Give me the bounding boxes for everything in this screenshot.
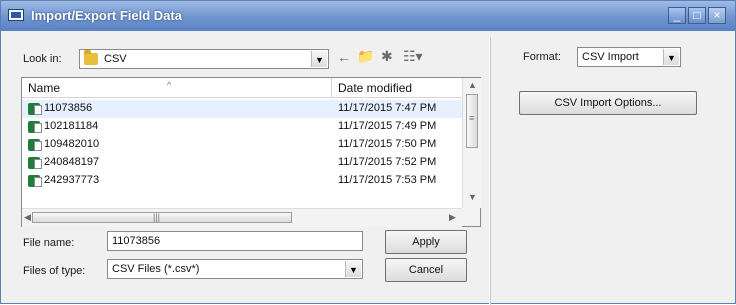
name-column-header[interactable]: Name ^	[22, 78, 332, 98]
format-pane: Format: CSV Import ▼ CSV Import Options.…	[501, 41, 731, 299]
chevron-down-icon[interactable]: ▼	[345, 261, 361, 277]
excel-file-icon	[28, 157, 42, 169]
scroll-corner	[462, 208, 480, 226]
file-name: 102181184	[44, 120, 99, 132]
scroll-down-icon[interactable]: ▼	[468, 192, 477, 202]
title-bar[interactable]: Import/Export Field Data _ □ ×	[1, 1, 735, 31]
look-in-label: Look in:	[23, 53, 62, 65]
maximize-icon[interactable]: □	[688, 7, 706, 24]
up-folder-icon[interactable]: 📁	[357, 48, 374, 65]
minimize-icon[interactable]: _	[668, 7, 686, 24]
close-icon[interactable]: ×	[708, 7, 726, 24]
new-folder-icon[interactable]: ✱	[381, 48, 393, 65]
grip-icon: |||	[153, 212, 161, 222]
look-in-folder: CSV	[104, 53, 127, 65]
file-name-label: File name:	[23, 237, 75, 249]
back-arrow-icon[interactable]: ←	[337, 49, 351, 65]
look-in-dropdown[interactable]: CSV ▼	[79, 49, 329, 69]
scroll-right-icon[interactable]: ▶	[449, 212, 456, 223]
file-browser-pane: Look in: CSV ▼ ← 📁 ✱ ☷▾ Name ^ Date modi…	[11, 41, 483, 299]
file-name: 240848197	[44, 156, 100, 168]
cancel-button[interactable]: Cancel	[385, 258, 467, 282]
file-date: 11/17/2015 7:52 PM	[338, 156, 437, 168]
file-list[interactable]: Name ^ Date modified 11073856 11/17/2015…	[21, 77, 481, 227]
table-row[interactable]: 242937773 11/17/2015 7:53 PM	[22, 172, 462, 190]
view-menu-icon[interactable]: ☷▾	[403, 48, 423, 65]
file-date: 11/17/2015 7:49 PM	[338, 120, 437, 132]
file-type-value: CSV Files (*.csv*)	[112, 263, 200, 275]
table-row[interactable]: 11073856 11/17/2015 7:47 PM	[22, 100, 462, 118]
app-icon	[8, 9, 24, 21]
format-label: Format:	[523, 51, 561, 63]
name-header-label: Name	[28, 81, 61, 95]
excel-file-icon	[28, 103, 42, 115]
pane-divider	[489, 37, 491, 305]
file-name: 242937773	[44, 174, 100, 186]
excel-file-icon	[28, 121, 42, 133]
table-row[interactable]: 102181184 11/17/2015 7:49 PM	[22, 118, 462, 136]
apply-button[interactable]: Apply	[385, 230, 467, 254]
vertical-scroll-thumb[interactable]: ≡	[466, 94, 478, 148]
table-row[interactable]: 109482010 11/17/2015 7:50 PM	[22, 136, 462, 154]
format-value: CSV Import	[582, 51, 639, 63]
import-export-dialog: Import/Export Field Data _ □ × Look in: …	[0, 0, 736, 305]
horizontal-scroll-thumb[interactable]: |||	[32, 212, 292, 223]
sort-up-icon: ^	[167, 80, 172, 90]
format-dropdown[interactable]: CSV Import ▼	[577, 47, 681, 67]
scroll-left-icon[interactable]: ◀	[24, 212, 31, 223]
file-date: 11/17/2015 7:50 PM	[338, 138, 437, 150]
csv-import-options-button[interactable]: CSV Import Options...	[519, 91, 697, 115]
file-name-input[interactable]: 11073856	[107, 231, 363, 251]
table-row[interactable]: 240848197 11/17/2015 7:52 PM	[22, 154, 462, 172]
date-header-label: Date modified	[338, 81, 413, 95]
file-type-label: Files of type:	[23, 265, 86, 277]
chevron-down-icon[interactable]: ▼	[311, 51, 327, 67]
vertical-scrollbar[interactable]: ▲ ≡ ▼	[462, 78, 481, 208]
scroll-up-icon[interactable]: ▲	[468, 80, 477, 90]
chevron-down-icon[interactable]: ▼	[663, 49, 679, 65]
excel-file-icon	[28, 139, 42, 151]
horizontal-scrollbar[interactable]: ◀ ||| ▶	[22, 208, 462, 227]
date-column-header[interactable]: Date modified	[332, 78, 462, 98]
file-date: 11/17/2015 7:53 PM	[338, 174, 437, 186]
file-type-dropdown[interactable]: CSV Files (*.csv*) ▼	[107, 259, 363, 279]
excel-file-icon	[28, 175, 42, 187]
file-name: 11073856	[44, 102, 93, 114]
folder-icon	[84, 50, 98, 65]
window-title: Import/Export Field Data	[31, 8, 182, 23]
file-date: 11/17/2015 7:47 PM	[338, 102, 437, 114]
grip-icon: ≡	[469, 113, 475, 123]
file-name: 109482010	[44, 138, 100, 150]
